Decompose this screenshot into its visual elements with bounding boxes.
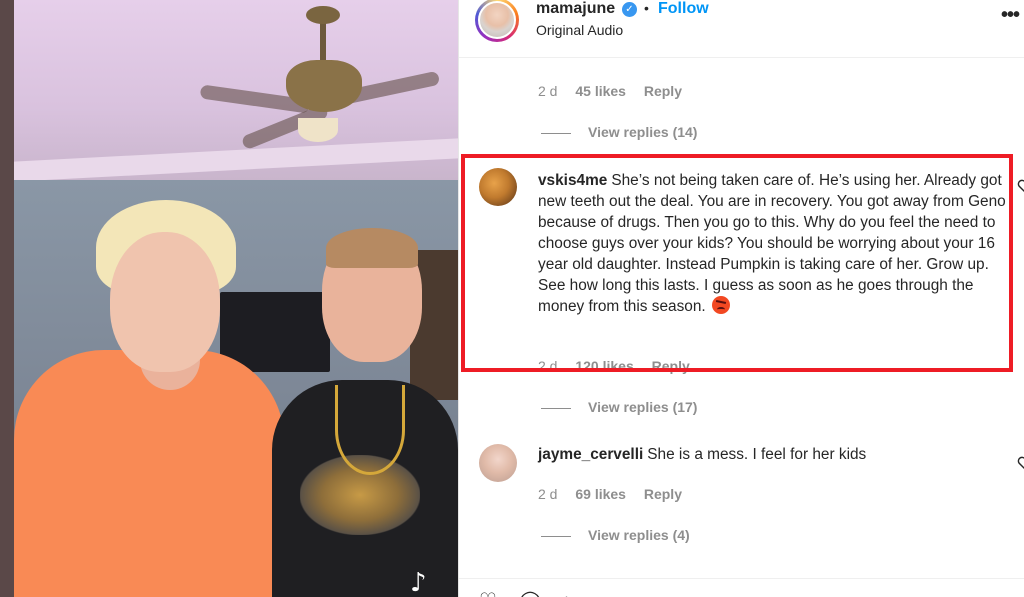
comment-age: 2 d	[538, 358, 558, 374]
commenter-avatar[interactable]	[479, 444, 517, 482]
fan-body	[286, 60, 362, 112]
angry-face-emoji-icon	[711, 296, 730, 314]
comment-age: 2 d	[538, 83, 558, 99]
profile-avatar[interactable]	[475, 0, 519, 42]
tiktok-logo-icon: ♪	[410, 568, 427, 597]
comment-text: She is a mess. I feel for her kids	[647, 446, 867, 463]
view-replies-label: View replies (14)	[588, 124, 698, 140]
commenter-username[interactable]: jayme_cervelli	[538, 446, 643, 463]
gold-chain	[335, 385, 405, 475]
man-hair	[326, 228, 418, 268]
avatar-photo	[478, 1, 516, 39]
like-heart-icon[interactable]	[1017, 455, 1024, 471]
comment-body: jayme_cervelli She is a mess. I feel for …	[538, 444, 1008, 465]
action-bar-divider	[459, 578, 1024, 579]
fan-canopy	[306, 6, 340, 24]
action-bar: ♡ ◯ ➢	[479, 588, 580, 597]
reply-button[interactable]: Reply	[644, 83, 682, 99]
adjacent-video-edge	[0, 0, 14, 597]
comment-likes[interactable]: 120 likes	[575, 358, 633, 374]
like-heart-icon[interactable]	[1017, 178, 1024, 194]
commenter-avatar[interactable]	[479, 168, 517, 206]
woman-face	[110, 232, 220, 372]
view-replies-label: View replies (4)	[588, 527, 690, 543]
fan-light	[298, 118, 338, 142]
comment-body: vskis4me She’s not being taken care of. H…	[538, 170, 1008, 317]
post-username[interactable]: mamajune	[536, 0, 615, 18]
comment-meta: 2 d 45 likes Reply	[538, 83, 696, 99]
comment-likes[interactable]: 45 likes	[575, 83, 626, 99]
reply-button[interactable]: Reply	[644, 486, 682, 502]
view-replies-button[interactable]: View replies (17)	[541, 399, 697, 415]
commenter-username[interactable]: vskis4me	[538, 172, 607, 189]
follow-button[interactable]: Follow	[658, 0, 709, 18]
view-replies-button[interactable]: View replies (4)	[541, 527, 690, 543]
video-player[interactable]: ♪	[0, 0, 458, 597]
share-icon[interactable]: ➢	[563, 588, 580, 597]
replies-line	[541, 132, 571, 134]
view-replies-label: View replies (17)	[588, 399, 698, 415]
verified-badge-icon: ✓	[622, 2, 637, 17]
more-options-icon[interactable]: •••	[1001, 4, 1020, 27]
comment-meta: 2 d 69 likes Reply	[538, 486, 696, 502]
like-icon[interactable]: ♡	[479, 588, 497, 597]
woman-shirt	[14, 350, 284, 597]
comment-text: She’s not being taken care of. He’s usin…	[538, 172, 1006, 315]
comment-icon[interactable]: ◯	[519, 588, 541, 597]
replies-line	[541, 407, 571, 409]
reply-button[interactable]: Reply	[652, 358, 690, 374]
separator-dot: •	[644, 0, 649, 16]
comment-meta: 2 d 120 likes Reply	[538, 358, 704, 374]
post-header: mamajune ✓ • Follow Original Audio •••	[459, 0, 1024, 58]
replies-line	[541, 535, 571, 537]
audio-link[interactable]: Original Audio	[536, 22, 623, 38]
view-replies-button[interactable]: View replies (14)	[541, 124, 697, 140]
comment-age: 2 d	[538, 486, 558, 502]
comment-likes[interactable]: 69 likes	[575, 486, 626, 502]
comments-panel: mamajune ✓ • Follow Original Audio ••• 2…	[458, 0, 1024, 597]
